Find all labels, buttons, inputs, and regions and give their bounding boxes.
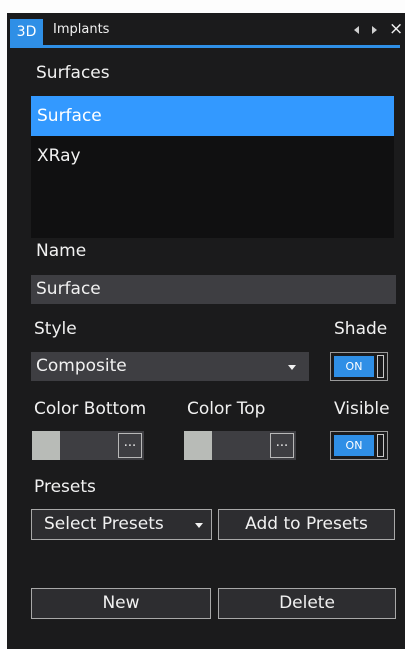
add-to-presets-button[interactable]: Add to Presets	[218, 509, 395, 540]
implants-panel: 3D Implants × Surfaces Surface XRay Name…	[7, 13, 405, 649]
surfaces-list[interactable]: Surface XRay	[31, 96, 394, 238]
scroll-right-icon[interactable]	[372, 26, 377, 34]
panel-tab-bar: 3D Implants ×	[7, 13, 405, 49]
color-bottom-picker[interactable]: ...	[32, 431, 144, 460]
style-dropdown-value: Composite	[36, 356, 127, 376]
name-field[interactable]: Surface	[31, 275, 396, 304]
tab-3d[interactable]: 3D	[10, 19, 43, 45]
tab-underline	[10, 45, 400, 48]
color-top-swatch[interactable]	[184, 431, 212, 460]
shade-label: Shade	[334, 319, 388, 339]
scroll-left-icon[interactable]	[354, 26, 359, 34]
select-presets-dropdown[interactable]: Select Presets	[31, 509, 212, 540]
color-bottom-browse-button[interactable]: ...	[118, 433, 142, 458]
color-top-browse-button[interactable]: ...	[270, 433, 294, 458]
surfaces-label: Surfaces	[36, 63, 110, 83]
color-top-label: Color Top	[187, 399, 266, 419]
visible-toggle[interactable]: ON	[330, 431, 388, 460]
panel-title: Implants	[53, 22, 110, 37]
name-label: Name	[36, 241, 87, 261]
chevron-down-icon	[288, 365, 296, 370]
new-button[interactable]: New	[31, 588, 211, 619]
style-dropdown[interactable]: Composite	[31, 352, 309, 381]
color-bottom-label: Color Bottom	[34, 399, 147, 419]
list-item-xray[interactable]: XRay	[31, 136, 394, 176]
close-icon[interactable]: ×	[389, 19, 403, 39]
chevron-down-icon	[195, 523, 203, 528]
toggle-knob	[377, 434, 384, 457]
shade-toggle-state: ON	[334, 356, 374, 377]
color-top-picker[interactable]: ...	[184, 431, 296, 460]
visible-toggle-state: ON	[334, 435, 374, 456]
list-item-surface[interactable]: Surface	[31, 96, 394, 136]
select-presets-label: Select Presets	[44, 514, 164, 534]
delete-button[interactable]: Delete	[218, 588, 396, 619]
style-label: Style	[34, 319, 77, 339]
shade-toggle[interactable]: ON	[330, 352, 388, 381]
visible-label: Visible	[334, 399, 390, 419]
presets-label: Presets	[34, 477, 96, 497]
color-bottom-swatch[interactable]	[32, 431, 60, 460]
toggle-knob	[377, 355, 384, 378]
